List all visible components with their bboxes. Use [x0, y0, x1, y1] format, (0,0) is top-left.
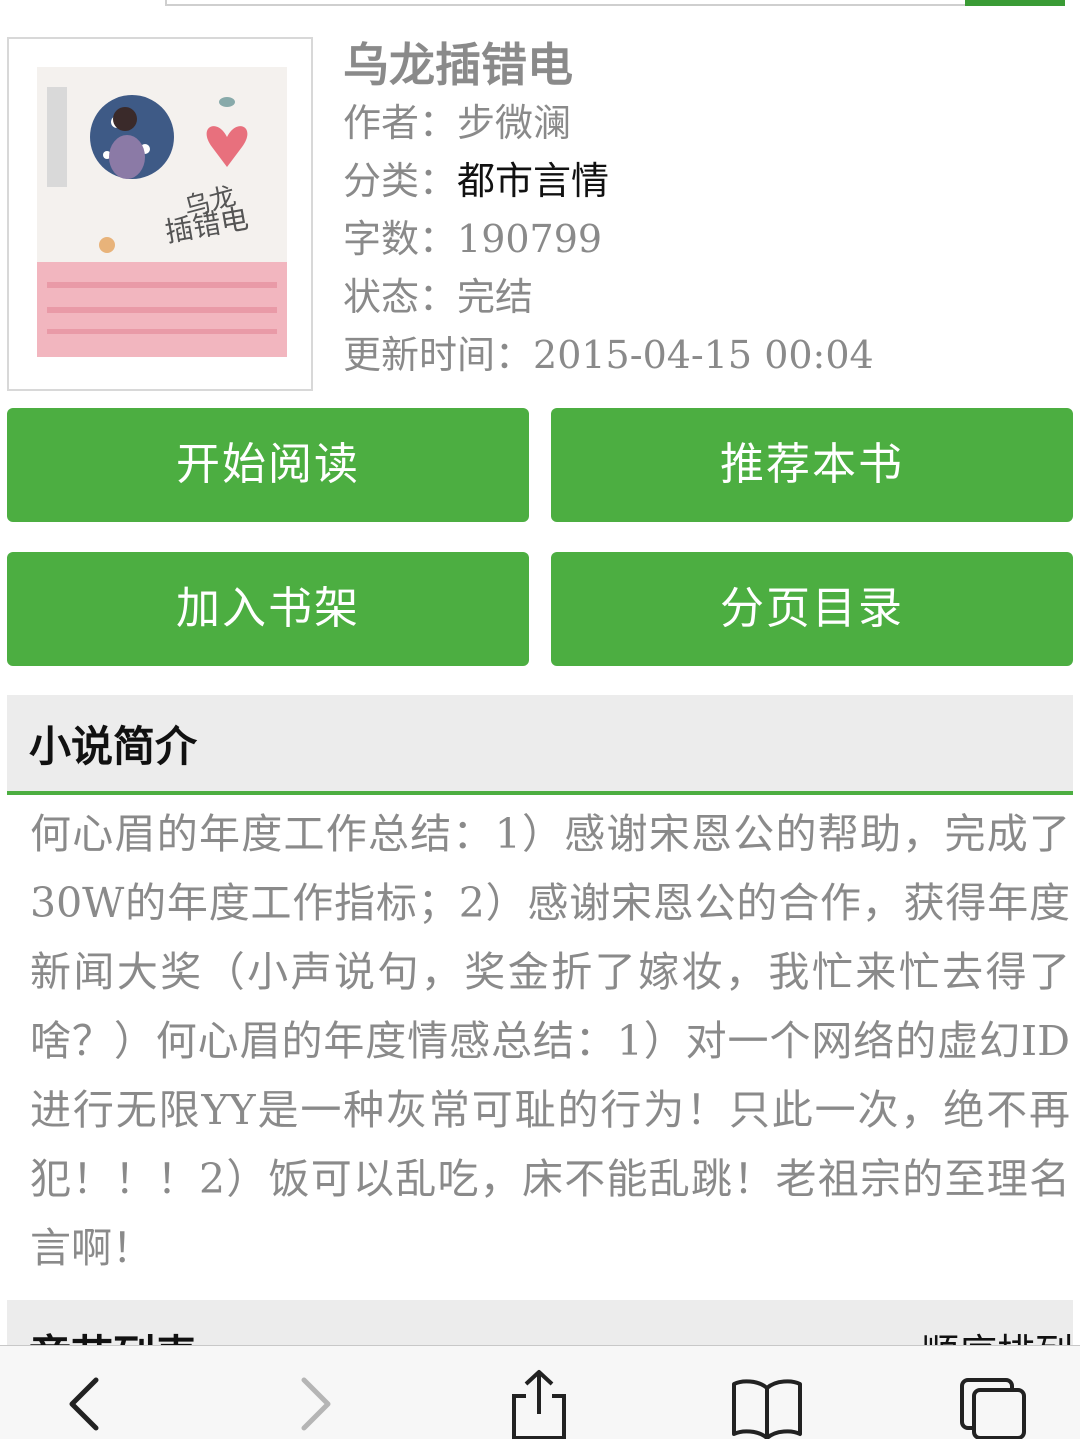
- status-row: 状态：完结: [343, 268, 874, 326]
- words-label: 字数：: [343, 217, 458, 261]
- category-label: 分类：: [343, 159, 458, 203]
- start-reading-button[interactable]: 开始阅读: [7, 408, 529, 522]
- forward-icon[interactable]: [290, 1372, 340, 1432]
- updated-label: 更新时间：: [343, 333, 534, 377]
- top-search-bar: [0, 0, 1080, 8]
- author-label: 作者：: [343, 101, 458, 145]
- updated-value: 2015-04-15 00:04: [533, 333, 874, 377]
- words-row: 字数：190799: [343, 210, 874, 268]
- search-button-edge[interactable]: [965, 0, 1065, 6]
- status-value: 完结: [457, 275, 534, 319]
- author-row: 作者：步微澜: [343, 94, 874, 152]
- words-value: 190799: [457, 217, 603, 261]
- intro-text: 何心眉的年度工作总结：1）感谢宋恩公的帮助，完成了30W的年度工作指标；2）感谢…: [30, 810, 1070, 1272]
- intro-heading: 小说简介: [29, 722, 198, 771]
- tabs-icon[interactable]: [958, 1376, 1030, 1439]
- status-label: 状态：: [343, 275, 458, 319]
- back-icon[interactable]: [60, 1372, 110, 1432]
- bookmarks-icon[interactable]: [730, 1376, 804, 1439]
- book-info: 乌龙插错电 作者：步微澜 分类：都市言情 字数：190799 状态：完结 更新时…: [343, 36, 874, 384]
- book-cover[interactable]: 乌龙 插错电: [7, 37, 313, 391]
- share-icon[interactable]: [506, 1368, 572, 1439]
- recommend-button[interactable]: 推荐本书: [551, 408, 1073, 522]
- book-cover-image: 乌龙 插错电: [37, 67, 287, 357]
- category-link[interactable]: 都市言情: [457, 159, 609, 203]
- intro-section-header: 小说简介: [7, 695, 1073, 795]
- chapter-section-header: 章节列表 顺序排列: [7, 1300, 1073, 1350]
- browser-toolbar: [0, 1345, 1080, 1439]
- author-value[interactable]: 步微澜: [457, 101, 571, 145]
- add-to-shelf-button[interactable]: 加入书架: [7, 552, 529, 666]
- updated-row: 更新时间：2015-04-15 00:04: [343, 326, 874, 384]
- paged-toc-button[interactable]: 分页目录: [551, 552, 1073, 666]
- category-row: 分类：都市言情: [343, 152, 874, 210]
- book-title: 乌龙插错电: [343, 38, 573, 92]
- search-input-edge[interactable]: [165, 0, 965, 6]
